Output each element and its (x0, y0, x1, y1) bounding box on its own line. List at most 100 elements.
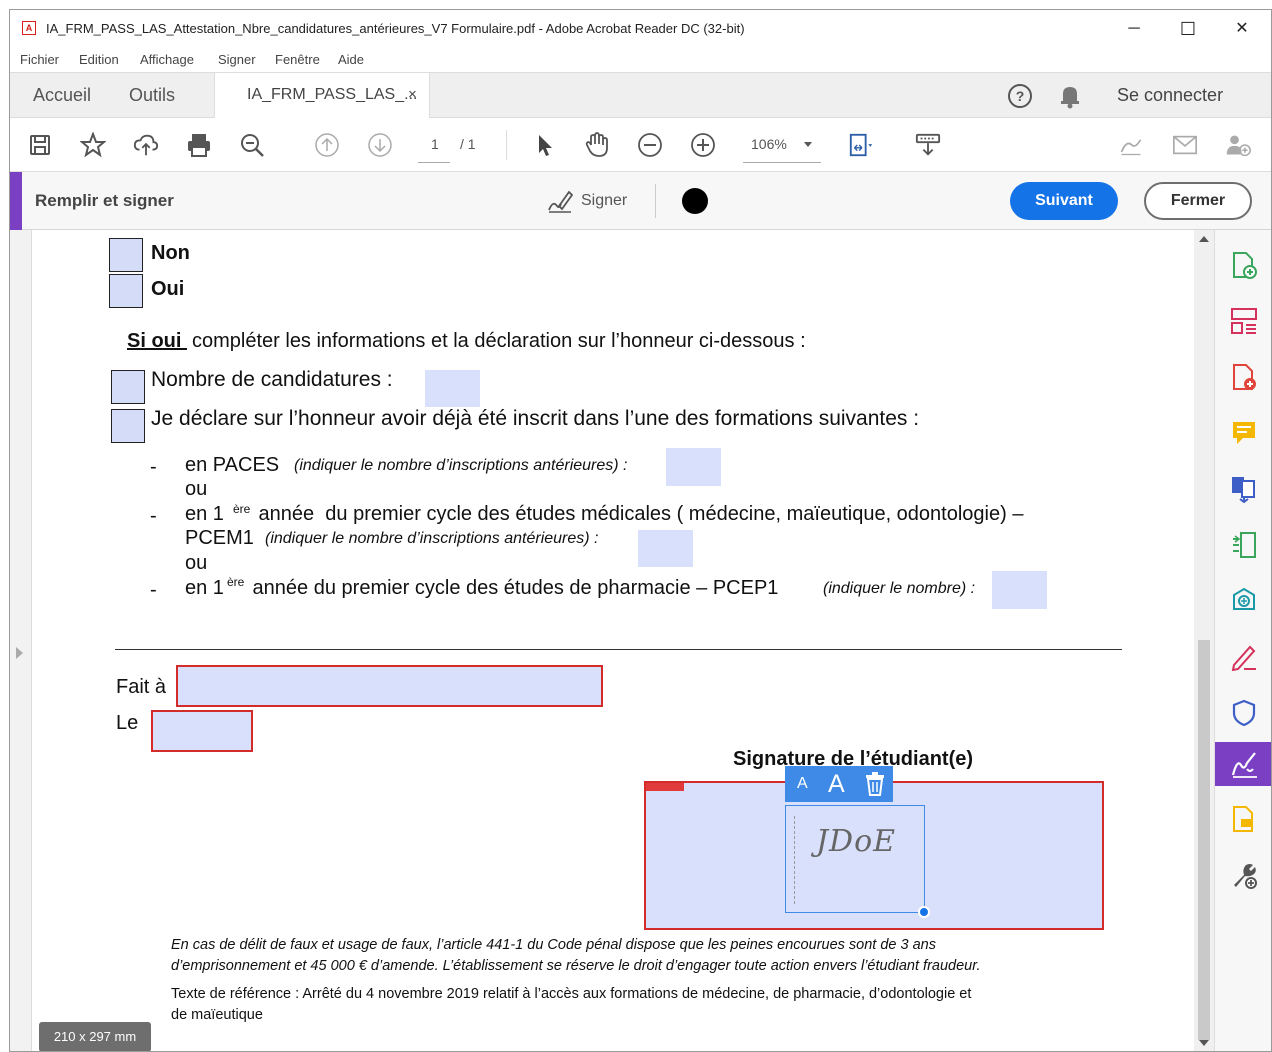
window-title: IA_FRM_PASS_LAS_Attestation_Nbre_candida… (46, 21, 745, 36)
required-field-flag (646, 783, 684, 791)
bullet-dash: - (150, 579, 157, 601)
page-fit-icon[interactable] (848, 132, 874, 158)
pcep1-inscriptions-field[interactable] (992, 571, 1047, 609)
menu-bar: Fichier Edition Affichage Signer Fenêtre… (10, 48, 1271, 72)
date-field[interactable] (151, 710, 253, 752)
scroll-up-arrow-icon[interactable] (1199, 236, 1209, 242)
zoom-in-icon[interactable] (690, 132, 716, 158)
create-pdf-icon[interactable] (1229, 250, 1259, 280)
zoom-search-icon[interactable] (239, 132, 265, 158)
menu-edition[interactable]: Edition (79, 52, 119, 67)
scrollbar-thumb[interactable] (1198, 640, 1210, 1040)
tab-document[interactable]: IA_FRM_PASS_LAS_... × (214, 73, 430, 119)
reference-text: Texte de référence : Arrêté du 4 novembr… (171, 984, 971, 1026)
bullet-dash: - (150, 505, 157, 527)
sign-button-label[interactable]: Signer (581, 192, 627, 210)
fill-sign-title: Remplir et signer (35, 191, 174, 210)
organize-pages-icon[interactable] (1229, 306, 1259, 336)
scrolling-mode-icon[interactable] (915, 132, 941, 158)
checkbox-declaration[interactable] (111, 409, 145, 443)
request-signature-icon[interactable] (1215, 742, 1271, 786)
add-user-icon[interactable] (1225, 132, 1251, 158)
page-size-badge: 210 x 297 mm (39, 1022, 151, 1051)
save-icon[interactable] (27, 132, 53, 158)
tab-accueil[interactable]: Accueil (33, 85, 91, 106)
fill-sign-toolbar: Remplir et signer Signer Suivant Fermer (10, 172, 1271, 230)
fait-a-label: Fait à (116, 676, 167, 698)
expand-left-panel-icon[interactable] (16, 647, 23, 659)
sign-pen-icon[interactable] (547, 188, 574, 214)
medical-year-prefix: en 1 (185, 503, 224, 525)
cloud-upload-icon[interactable] (133, 132, 159, 158)
help-icon[interactable]: ? (1007, 83, 1033, 109)
legal-warning-line1: En cas de délit de faux et usage de faux… (171, 937, 936, 953)
checkbox-nombre-candidatures[interactable] (111, 370, 145, 404)
customize-tools-wrench-icon[interactable] (1229, 860, 1259, 890)
close-fill-sign-button[interactable]: Fermer (1144, 182, 1252, 220)
fill-sign-pen-icon[interactable] (1229, 642, 1259, 672)
bookmark-star-icon[interactable] (80, 132, 106, 158)
medical-year-text: année du premier cycle des études médica… (253, 503, 1024, 525)
send-for-review-icon[interactable] (1229, 586, 1259, 616)
delete-trash-icon[interactable] (864, 772, 886, 796)
pcem1-inscriptions-field[interactable] (638, 530, 693, 567)
paces-inscriptions-field[interactable] (666, 448, 721, 486)
hand-tool-icon[interactable] (584, 132, 610, 158)
link-sign-icon[interactable] (1118, 132, 1144, 158)
page-number-input[interactable]: 1 (431, 136, 439, 152)
checkbox-non[interactable] (109, 238, 143, 272)
maximize-button[interactable]: ☐ (1168, 16, 1208, 42)
decrease-size-button[interactable]: A (797, 775, 808, 793)
checkbox-oui[interactable] (109, 274, 143, 308)
pcem1-hint: (indiquer le nombre d’inscriptions antér… (265, 530, 599, 547)
main-toolbar: 1 / 1 106% (10, 118, 1271, 172)
zoom-dropdown-chevron-icon[interactable] (804, 142, 812, 147)
or-text-2: ou (185, 552, 208, 574)
right-tools-panel (1214, 230, 1271, 1051)
sign-in-link[interactable]: Se connecter (1117, 85, 1223, 106)
menu-aide[interactable]: Aide (338, 52, 364, 67)
tab-bar: Accueil Outils IA_FRM_PASS_LAS_... × ? S… (10, 72, 1271, 119)
close-window-button[interactable]: ✕ (1222, 16, 1262, 42)
color-picker-dot[interactable] (682, 188, 708, 214)
protect-shield-icon[interactable] (1229, 698, 1259, 728)
reference-line1: Texte de référence : Arrêté du 4 novembr… (171, 986, 972, 1002)
acrobat-window: A IA_FRM_PASS_LAS_Attestation_Nbre_candi… (9, 9, 1272, 1052)
acrobat-app-icon: A (22, 21, 36, 35)
next-button[interactable]: Suivant (1010, 182, 1118, 220)
fait-a-field[interactable] (176, 665, 603, 707)
left-panel-toggle[interactable] (10, 230, 32, 1051)
comment-icon[interactable] (1229, 418, 1259, 448)
toolbar-divider (506, 130, 507, 160)
menu-fichier[interactable]: Fichier (20, 52, 59, 67)
zoom-level-select[interactable]: 106% (751, 136, 787, 152)
email-envelope-icon[interactable] (1172, 132, 1198, 158)
increase-size-button[interactable]: A (828, 770, 845, 799)
zoom-out-icon[interactable] (637, 132, 663, 158)
print-icon[interactable] (186, 132, 212, 158)
combine-files-icon[interactable] (1229, 474, 1259, 504)
scroll-down-arrow-icon[interactable] (1199, 1040, 1209, 1046)
next-page-icon[interactable] (367, 132, 393, 158)
previous-page-icon[interactable] (314, 132, 340, 158)
select-cursor-icon[interactable] (532, 132, 558, 158)
separator-line (115, 649, 1122, 650)
edit-pdf-icon[interactable] (1229, 530, 1259, 560)
vertical-scrollbar[interactable] (1194, 230, 1214, 1051)
menu-fenetre[interactable]: Fenêtre (275, 52, 320, 67)
menu-signer[interactable]: Signer (218, 52, 256, 67)
title-bar: A IA_FRM_PASS_LAS_Attestation_Nbre_candi… (10, 10, 1271, 48)
document-page: Non Oui Si oui compléter les information… (32, 230, 1194, 1051)
resize-handle[interactable] (918, 906, 930, 918)
pharma-year-text: année du premier cycle des études de pha… (247, 577, 779, 599)
nombre-candidatures-field[interactable] (425, 370, 480, 407)
si-oui-instructions: compléter les informations et la déclara… (192, 330, 806, 352)
document-tab-close-icon[interactable]: × (408, 86, 417, 103)
tab-outils[interactable]: Outils (129, 85, 175, 106)
export-pdf-icon[interactable] (1229, 362, 1259, 392)
signature-annotation[interactable]: JDoE (785, 805, 930, 918)
minimize-button[interactable]: ─ (1114, 16, 1154, 42)
more-tools-file-icon[interactable] (1229, 804, 1259, 834)
menu-affichage[interactable]: Affichage (140, 52, 194, 67)
notifications-bell-icon[interactable] (1058, 83, 1082, 109)
